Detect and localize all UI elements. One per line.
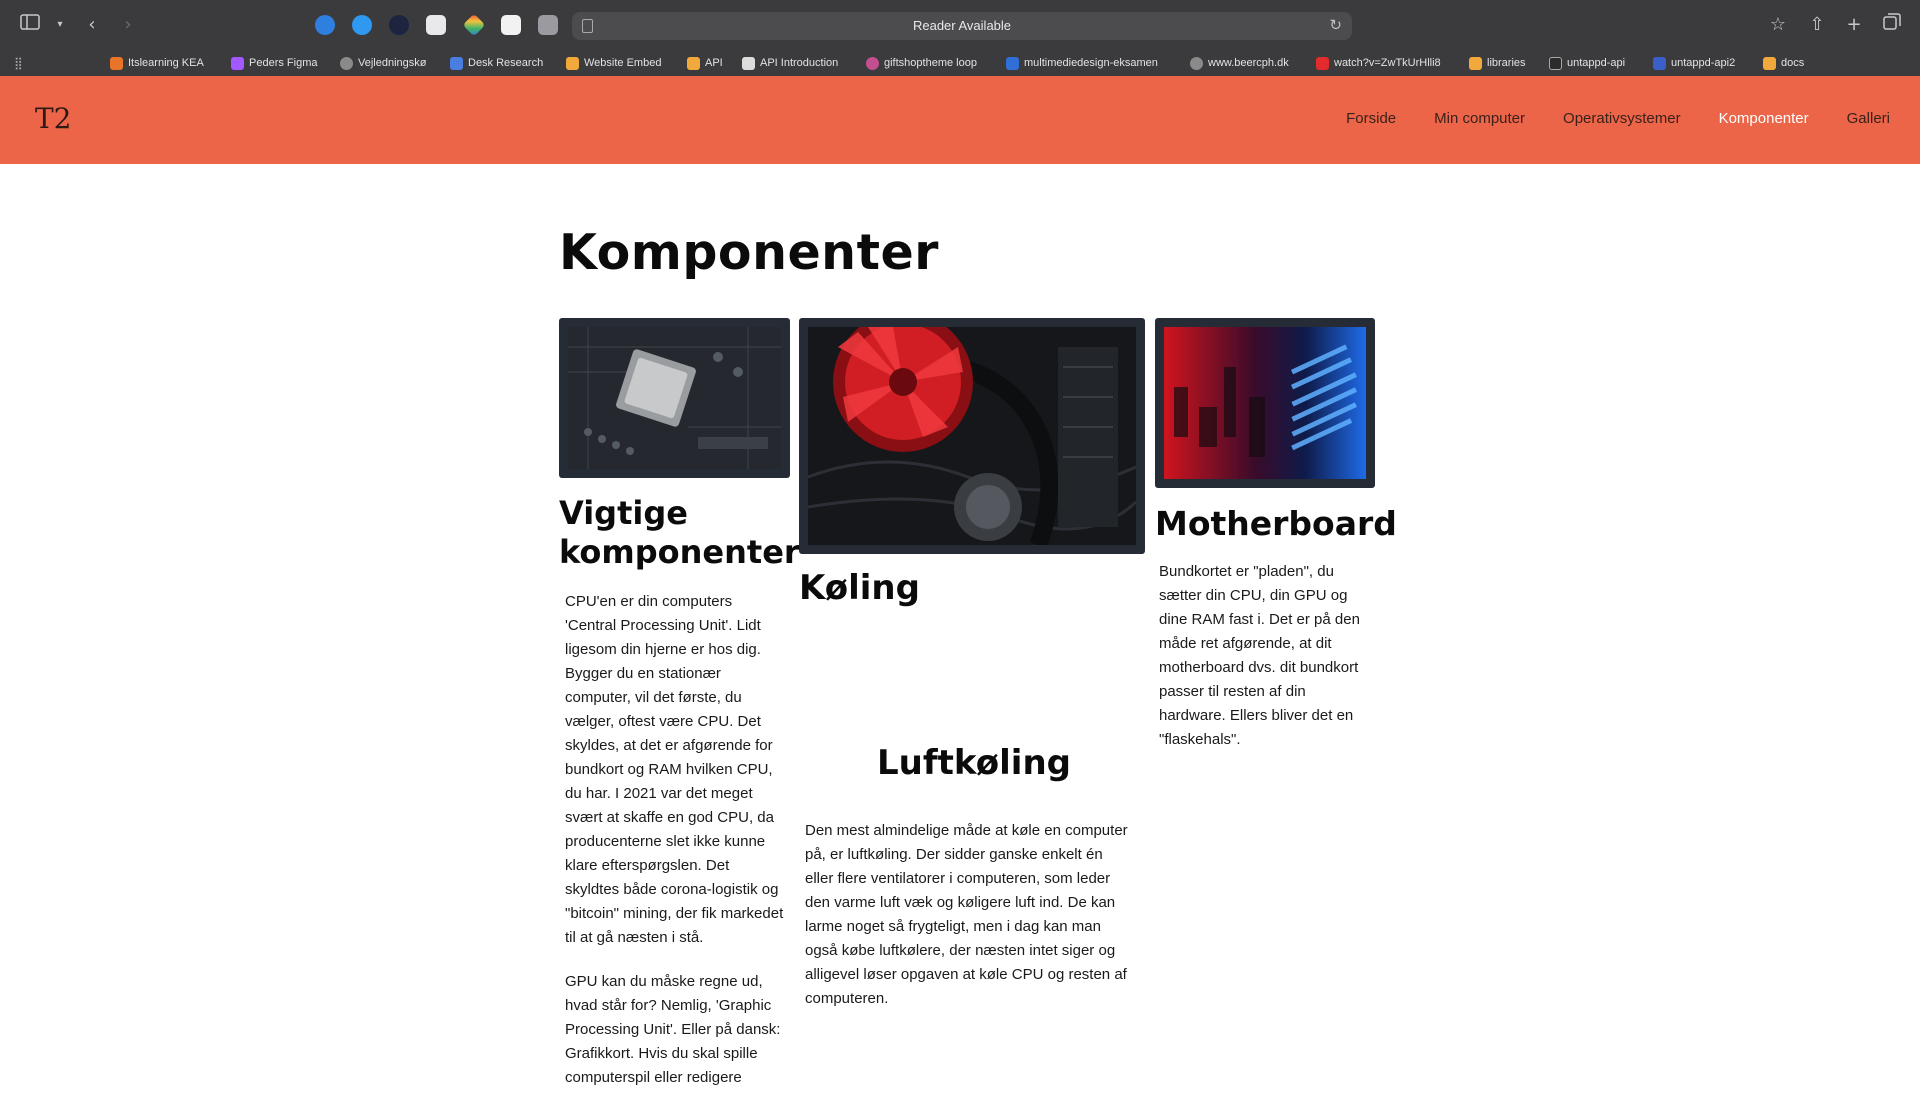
motherboard-photo [1164,327,1366,479]
text-motherboard: Bundkortet er "pladen", du sætter din CP… [1159,560,1364,772]
nav-item-galleri[interactable]: Galleri [1847,110,1890,127]
main-nav: Forside Min computer Operativsystemer Ko… [1308,110,1890,127]
text-vigtige-komponenter: CPU'en er din computers 'Central Process… [565,590,785,1110]
bookmark-item[interactable]: Peders Figma [231,54,317,72]
nav-item-min-computer[interactable]: Min computer [1434,110,1525,127]
bookmark-item[interactable]: API [687,54,723,72]
favicon-icon [1763,56,1776,70]
bookmark-item[interactable]: Vejledningskø [340,54,427,72]
bookmark-label: multimediedesign-eksamen [1024,57,1158,69]
bookmark-label: Itslearning KEA [128,57,204,69]
new-tab-icon[interactable]: + [1842,13,1866,37]
bookmark-label: untappd-api2 [1671,57,1736,69]
extension-icon[interactable] [426,15,446,35]
back-icon[interactable]: ‹ [80,13,104,37]
browser-chrome: ▾ ‹ › Reader Available ↻ ☆ ⇧ + ⣿ Itslear… [0,0,1920,76]
bookmark-label: Peders Figma [249,57,318,69]
motherboard-image [1155,318,1375,488]
paragraph: GPU kan du måske regne ud, hvad står for… [565,973,781,1086]
extension-icon[interactable] [352,15,372,35]
browser-toolbar: ▾ ‹ › Reader Available ↻ ☆ ⇧ + [0,0,1920,50]
bookmark-label: API [705,57,723,69]
notion-icon[interactable] [501,15,521,35]
bookmark-label: watch?v=ZwTkUrHlli8 [1334,57,1441,69]
paragraph: Den mest almindelige måde at køle en com… [805,822,1128,1007]
bookmark-item[interactable]: Desk Research [450,54,543,72]
bookmark-label: Website Embed [584,57,662,69]
favicon-icon [340,56,353,70]
favicon-icon [1653,56,1666,70]
site-logo[interactable]: T2 [35,102,72,135]
favicon-icon [566,56,579,70]
heading-motherboard: Motherboard [1155,504,1397,543]
share-icon[interactable]: ⇧ [1805,13,1829,37]
bookmark-label: docs [1781,57,1805,69]
forward-icon[interactable]: › [116,13,140,37]
cooling-image [799,318,1145,554]
bookmarks-bar: ⣿ Itslearning KEA Peders Figma Vejlednin… [0,50,1920,76]
bookmark-label: untappd-api [1567,57,1626,69]
chevron-down-icon[interactable]: ▾ [48,13,72,37]
page-title: Komponenter [559,224,939,281]
bookmark-item[interactable]: untappd-api [1549,54,1625,72]
bookmark-label: www.beercph.dk [1208,57,1289,69]
address-bar[interactable]: Reader Available ↻ [572,12,1352,40]
cpu-photo [568,327,781,469]
bookmark-item[interactable]: API Introduction [742,54,838,72]
subheading-luftkoling: Luftkøling [877,743,1071,783]
extension-icon[interactable] [389,15,409,35]
favicon-icon [1006,56,1019,70]
paragraph: Bundkortet er "pladen", du sætter din CP… [1159,563,1360,748]
nav-item-forside[interactable]: Forside [1346,110,1396,127]
extension-icon[interactable] [315,15,335,35]
bookmark-label: Vejledningskø [358,57,427,69]
tab-overview-icon[interactable] [1880,13,1904,37]
favicon-icon [1190,56,1203,70]
favicon-icon [687,56,700,70]
reload-icon[interactable]: ↻ [1329,16,1342,34]
nav-item-komponenter[interactable]: Komponenter [1719,110,1809,127]
bookmark-label: libraries [1487,57,1526,69]
text-luftkoling: Den mest almindelige måde at køle en com… [805,819,1135,1031]
bookmark-item[interactable]: libraries [1469,54,1526,72]
favicon-icon [742,56,755,70]
favicon-icon [231,56,244,70]
address-text: Reader Available [912,18,1012,33]
extension-icon[interactable] [538,15,558,35]
bookmark-item[interactable]: watch?v=ZwTkUrHlli8 [1316,54,1441,72]
paragraph: CPU'en er din computers 'Central Process… [565,593,784,946]
bookmark-label: giftshoptheme loop [884,57,977,69]
apps-grid-icon[interactable]: ⣿ [14,56,23,70]
heading-vigtige-komponenter: Vigtige komponenter [559,494,800,571]
favicon-icon [1469,56,1482,70]
bookmark-item[interactable]: Itslearning KEA [110,54,204,72]
bookmark-label: API Introduction [760,57,839,69]
bookmark-star-icon[interactable]: ☆ [1766,13,1790,37]
favicon-icon [1549,56,1562,70]
bookmark-item[interactable]: untappd-api2 [1653,54,1735,72]
nav-item-operativsystemer[interactable]: Operativsystemer [1563,110,1681,127]
extension-icon[interactable] [462,13,486,37]
bookmark-item[interactable]: multimediedesign-eksamen [1006,54,1158,72]
site-header: T2 Forside Min computer Operativsystemer… [0,76,1920,164]
favicon-icon [450,56,463,70]
bookmark-item[interactable]: Website Embed [566,54,661,72]
favicon-icon [866,56,879,70]
bookmark-item[interactable]: docs [1763,54,1804,72]
sidebar-toggle-icon[interactable] [18,13,42,37]
favicon-icon [110,56,123,70]
cpu-image [559,318,790,478]
bookmark-label: Desk Research [468,57,544,69]
cooling-photo [808,327,1136,545]
heading-koling: Køling [799,568,920,608]
bookmark-item[interactable]: www.beercph.dk [1190,54,1289,72]
favicon-icon [1316,56,1329,70]
bookmark-item[interactable]: giftshoptheme loop [866,54,977,72]
